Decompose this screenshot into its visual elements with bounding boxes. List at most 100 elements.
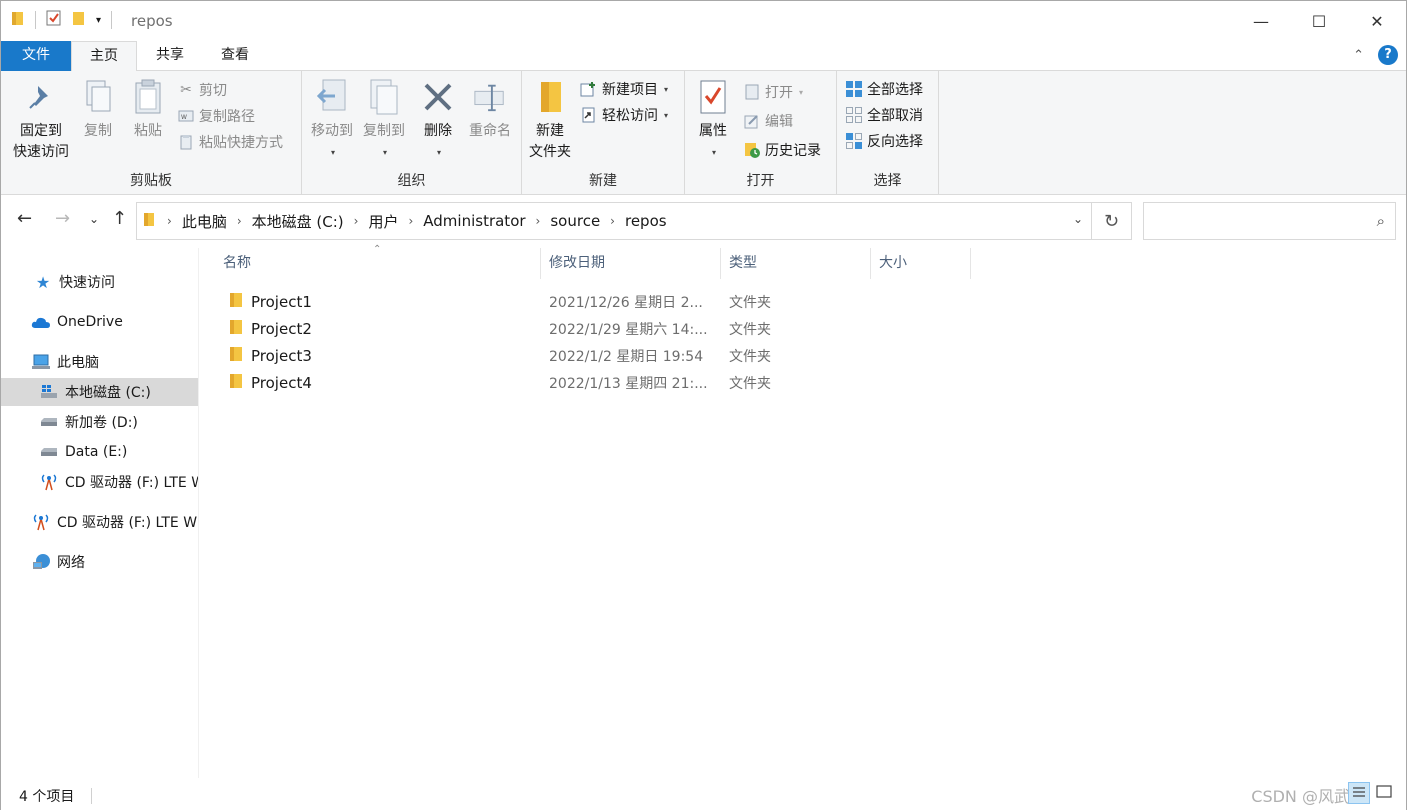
new-item-label: 新建项目 — [602, 82, 658, 98]
cut-button[interactable]: ✂ 剪切 — [177, 79, 227, 101]
folder-icon — [229, 373, 243, 393]
collapse-ribbon-icon[interactable]: ⌃ — [1353, 48, 1364, 63]
breadcrumb-item-this-pc[interactable]: 此电脑 — [176, 211, 233, 232]
easy-access-button[interactable]: 轻松访问 ▾ — [580, 104, 668, 126]
tab-share[interactable]: 共享 — [137, 41, 203, 71]
column-header-type[interactable]: 类型 — [721, 248, 871, 279]
file-name-cell: Project2 — [229, 319, 312, 339]
delete-label: 删除 — [424, 123, 452, 139]
rename-button[interactable]: 重命名 — [464, 77, 516, 142]
breadcrumb-item-source[interactable]: source — [544, 212, 606, 230]
maximize-button[interactable]: ☐ — [1290, 1, 1348, 41]
address-history-dropdown-icon[interactable]: ⌄ — [1073, 212, 1083, 226]
column-header-date[interactable]: 修改日期 — [541, 248, 721, 279]
file-row[interactable]: Project1 2021/12/26 星期日 2... 文件夹 — [221, 288, 781, 315]
nav-item-onedrive[interactable]: OneDrive — [1, 308, 198, 336]
tab-view[interactable]: 查看 — [203, 41, 267, 71]
new-folder-label-line2: 文件夹 — [529, 144, 571, 160]
paste-button[interactable]: 粘贴 — [127, 77, 169, 142]
edit-icon — [743, 112, 761, 130]
copy-path-button[interactable]: W 复制路径 — [177, 105, 255, 127]
navigation-pane: ★ 快速访问 OneDrive 此电脑 本地磁盘 (C:) 新加卷 (D:) D… — [1, 248, 198, 778]
delete-button[interactable]: 删除 ▾ — [416, 77, 460, 163]
copy-to-button[interactable]: 复制到 ▾ — [358, 77, 410, 163]
file-type: 文件夹 — [729, 294, 771, 311]
new-folder-button[interactable]: 新建 文件夹 — [526, 77, 574, 163]
column-header-size[interactable]: 大小 — [871, 248, 971, 279]
breadcrumb-item-repos[interactable]: repos — [619, 212, 673, 230]
file-row[interactable]: Project4 2022/1/13 星期四 21:... 文件夹 — [221, 369, 781, 396]
minimize-button[interactable]: — — [1232, 1, 1290, 41]
new-group: 新建 文件夹 新建项目 ▾ 轻松访问 ▾ 新建 — [522, 71, 685, 195]
select-all-button[interactable]: 全部选择 — [845, 78, 923, 100]
properties-label: 属性 — [699, 123, 727, 139]
customize-dropdown-icon[interactable]: ▾ — [96, 15, 101, 26]
breadcrumb-chevron-icon[interactable]: › — [163, 214, 176, 228]
tab-home[interactable]: 主页 — [71, 41, 137, 72]
recent-locations-chevron-icon[interactable]: ⌄ — [89, 212, 99, 226]
move-to-label: 移动到 — [311, 123, 353, 139]
breadcrumb-chevron-icon[interactable]: › — [233, 214, 246, 228]
back-arrow-icon[interactable]: ← — [17, 208, 32, 229]
edit-button[interactable]: 编辑 — [743, 110, 793, 132]
file-type: 文件夹 — [729, 375, 771, 392]
help-button[interactable]: ? — [1378, 45, 1398, 65]
column-header-name[interactable]: 名称 — [215, 248, 541, 279]
properties-button[interactable]: 属性 ▾ — [691, 77, 735, 163]
breadcrumb-chevron-icon[interactable]: › — [606, 214, 619, 228]
toolbar-divider — [35, 11, 36, 29]
organize-group: 移动到 ▾ 复制到 ▾ 删除 ▾ 重命名 组织 — [302, 71, 522, 195]
nav-item-network[interactable]: 网络 — [1, 548, 198, 576]
up-arrow-icon[interactable]: ↑ — [112, 208, 127, 229]
file-row[interactable]: Project3 2022/1/2 星期日 19:54 文件夹 — [221, 342, 781, 369]
nav-item-new-volume[interactable]: 新加卷 (D:) — [1, 408, 198, 436]
breadcrumb: › 此电脑 › 本地磁盘 (C:) › 用户 › Administrator ›… — [155, 211, 673, 232]
breadcrumb-item-users[interactable]: 用户 — [362, 211, 404, 232]
open-dropdown-icon: ▾ — [799, 87, 804, 97]
nav-item-cd-drive-child[interactable]: CD 驱动器 (F:) LTE W — [1, 468, 198, 496]
navigation-bar: ← → ⌄ ↑ › 此电脑 › 本地磁盘 (C:) › 用户 › Adminis… — [1, 196, 1406, 248]
large-icons-view-icon — [1376, 785, 1392, 798]
pin-quick-access-button[interactable]: 固定到 快速访问 — [9, 77, 73, 163]
tab-file[interactable]: 文件 — [1, 41, 71, 71]
nav-item-local-disk[interactable]: 本地磁盘 (C:) — [1, 378, 198, 406]
properties-checklist-icon — [696, 77, 730, 117]
breadcrumb-item-local-disk[interactable]: 本地磁盘 (C:) — [246, 211, 350, 232]
easy-access-dropdown-icon: ▾ — [664, 110, 669, 120]
close-button[interactable]: ✕ — [1348, 1, 1406, 41]
large-icons-view-button[interactable] — [1374, 782, 1396, 804]
properties-icon[interactable] — [46, 10, 62, 30]
nav-item-this-pc[interactable]: 此电脑 — [1, 348, 198, 376]
file-row[interactable]: Project2 2022/1/29 星期六 14:... 文件夹 — [221, 315, 781, 342]
address-bar[interactable]: › 此电脑 › 本地磁盘 (C:) › 用户 › Administrator ›… — [136, 202, 1092, 240]
select-none-button[interactable]: 全部取消 — [845, 104, 923, 126]
move-to-button[interactable]: 移动到 ▾ — [306, 77, 358, 163]
nav-item-quick-access[interactable]: ★ 快速访问 — [1, 268, 198, 296]
nav-item-cd-drive[interactable]: CD 驱动器 (F:) LTE W — [1, 508, 198, 536]
history-button[interactable]: 历史记录 — [743, 139, 821, 161]
new-folder-icon[interactable] — [72, 10, 86, 30]
new-item-button[interactable]: 新建项目 ▾ — [580, 78, 668, 100]
search-input[interactable]: ⌕ — [1143, 202, 1396, 240]
nav-item-data-drive[interactable]: Data (E:) — [1, 438, 198, 466]
refresh-button[interactable]: ↻ — [1092, 202, 1132, 240]
breadcrumb-chevron-icon[interactable]: › — [532, 214, 545, 228]
cut-label: 剪切 — [199, 83, 227, 99]
paste-shortcut-button[interactable]: 粘贴快捷方式 — [177, 131, 283, 153]
copy-path-icon: W — [177, 107, 195, 125]
nav-label: Data (E:) — [65, 444, 128, 460]
breadcrumb-chevron-icon[interactable]: › — [350, 214, 363, 228]
breadcrumb-chevron-icon[interactable]: › — [404, 214, 417, 228]
paste-label: 粘贴 — [134, 123, 162, 139]
drive-icon — [39, 412, 59, 432]
new-folder-icon — [533, 77, 567, 117]
forward-arrow-icon[interactable]: → — [55, 208, 70, 229]
file-name: Project3 — [251, 346, 312, 365]
invert-selection-button[interactable]: 反向选择 — [845, 130, 923, 152]
new-item-dropdown-icon: ▾ — [664, 84, 669, 94]
open-icon — [743, 83, 761, 101]
open-button[interactable]: 打开 ▾ — [743, 81, 803, 103]
copy-button[interactable]: 复制 — [77, 77, 119, 142]
breadcrumb-item-administrator[interactable]: Administrator — [417, 212, 531, 230]
details-view-button[interactable] — [1348, 782, 1370, 804]
